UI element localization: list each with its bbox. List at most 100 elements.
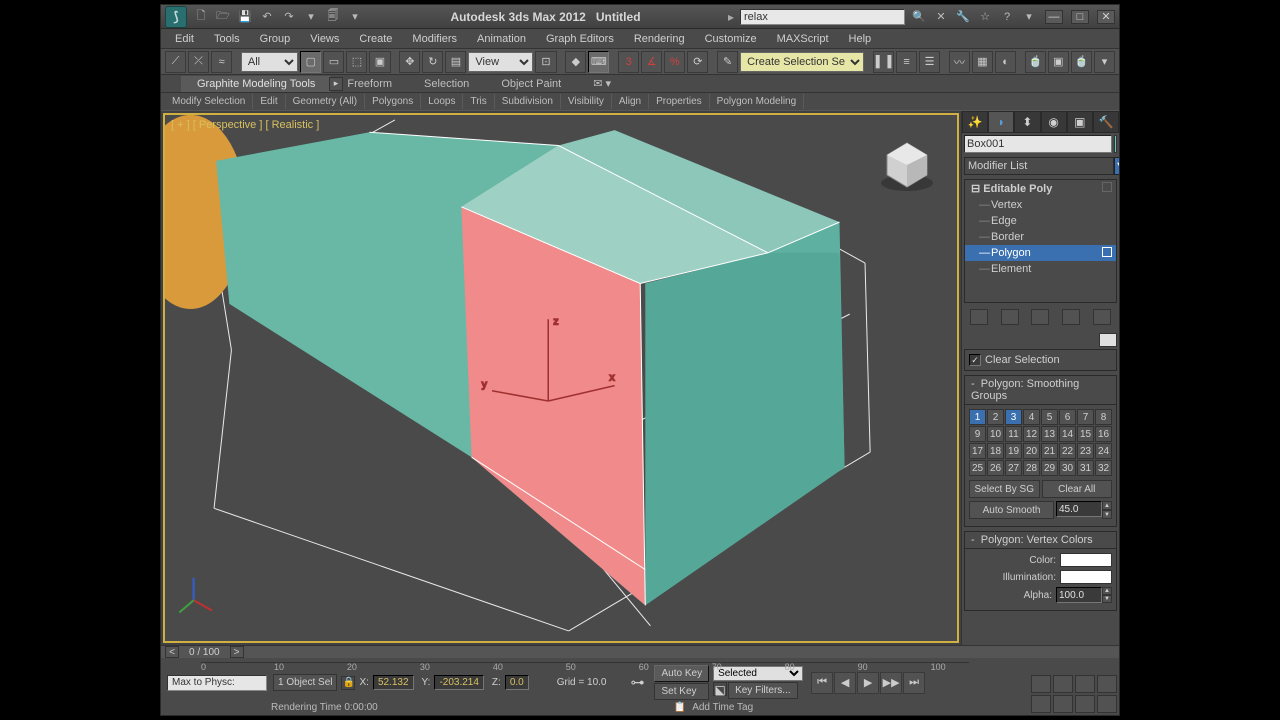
select-link-icon[interactable]: ⟋ xyxy=(165,51,186,73)
rotate-icon[interactable]: ↻ xyxy=(422,51,443,73)
configure-sets-icon[interactable] xyxy=(1093,309,1111,325)
render-frame-icon[interactable]: ▣ xyxy=(1048,51,1069,73)
save-icon[interactable]: 💾 xyxy=(237,10,253,24)
ref-coord-system[interactable]: View xyxy=(468,52,533,72)
spinner-snap-icon[interactable]: ⟳ xyxy=(687,51,708,73)
selection-filter[interactable]: All xyxy=(241,52,298,72)
sg-button-5[interactable]: 5 xyxy=(1041,409,1058,425)
ribbon-toggle-icon[interactable]: ▸ xyxy=(329,77,343,91)
remove-modifier-icon[interactable] xyxy=(1062,309,1080,325)
mirror-icon[interactable]: ▌▐ xyxy=(873,51,894,73)
ribbon-sub-align[interactable]: Align xyxy=(612,94,649,109)
close-button[interactable]: ✕ xyxy=(1097,10,1115,24)
coord-x-field[interactable]: 52.132 xyxy=(373,675,414,690)
ribbon-sub-polymodeling[interactable]: Polygon Modeling xyxy=(710,94,805,109)
align-icon[interactable]: ≡ xyxy=(896,51,917,73)
sg-button-11[interactable]: 11 xyxy=(1005,426,1022,442)
modify-tab-icon[interactable]: ◗ xyxy=(988,111,1014,133)
make-unique-icon[interactable] xyxy=(1031,309,1049,325)
sg-button-3[interactable]: 3 xyxy=(1005,409,1022,425)
ribbon-sub-visibility[interactable]: Visibility xyxy=(561,94,612,109)
angle-snap-icon[interactable]: ∡ xyxy=(641,51,662,73)
stack-border[interactable]: —Border xyxy=(965,229,1116,245)
sg-button-23[interactable]: 23 xyxy=(1077,443,1094,459)
ribbon-tab-mail-icon[interactable]: ✉ ▾ xyxy=(577,75,627,92)
rollout-smoothing-groups[interactable]: - Polygon: Smoothing Groups xyxy=(964,375,1117,405)
sg-button-25[interactable]: 25 xyxy=(969,460,986,476)
ribbon-sub-loops[interactable]: Loops xyxy=(421,94,463,109)
sg-button-4[interactable]: 4 xyxy=(1023,409,1040,425)
curve-editor-icon[interactable]: 〰 xyxy=(949,51,970,73)
select-region-icon[interactable]: ⬚ xyxy=(346,51,367,73)
key-icon[interactable]: ⊶ xyxy=(630,674,650,691)
autokey-button[interactable]: Auto Key xyxy=(654,665,709,682)
menu-modifiers[interactable]: Modifiers xyxy=(402,31,467,47)
new-icon[interactable]: 🗋 xyxy=(193,10,209,24)
select-manip-icon[interactable]: ◆ xyxy=(565,51,586,73)
sg-button-9[interactable]: 9 xyxy=(969,426,986,442)
next-frame-icon[interactable]: ▶▶ xyxy=(880,672,902,694)
star-icon[interactable]: ☆ xyxy=(977,10,993,24)
sg-button-21[interactable]: 21 xyxy=(1041,443,1058,459)
zoom-extents-icon[interactable] xyxy=(1075,675,1095,693)
sg-button-29[interactable]: 29 xyxy=(1041,460,1058,476)
coord-z-field[interactable]: 0.0 xyxy=(505,675,529,690)
undo-icon[interactable]: ↶ xyxy=(259,10,275,24)
pivot-icon[interactable]: ⊡ xyxy=(535,51,556,73)
menu-views[interactable]: Views xyxy=(300,31,349,47)
menu-help[interactable]: Help xyxy=(839,31,882,47)
snap-3-icon[interactable]: 3 xyxy=(618,51,639,73)
stack-element[interactable]: —Element xyxy=(965,261,1116,277)
selection-lock-icon[interactable]: 🔒 xyxy=(341,676,355,690)
vc-color-swatch[interactable] xyxy=(1060,553,1112,567)
sg-button-12[interactable]: 12 xyxy=(1023,426,1040,442)
named-selection-set[interactable]: Create Selection Se xyxy=(740,52,864,72)
edit-named-sel-icon[interactable]: ✎ xyxy=(717,51,738,73)
sg-button-1[interactable]: 1 xyxy=(969,409,986,425)
zoom-all-icon[interactable] xyxy=(1053,675,1073,693)
ribbon-sub-geometry[interactable]: Geometry (All) xyxy=(286,94,365,109)
ribbon-sub-subdivision[interactable]: Subdivision xyxy=(495,94,561,109)
auto-smooth-button[interactable]: Auto Smooth xyxy=(969,501,1054,519)
sg-button-16[interactable]: 16 xyxy=(1095,426,1112,442)
vc-alpha-spinner[interactable] xyxy=(1056,587,1102,603)
sg-button-28[interactable]: 28 xyxy=(1023,460,1040,476)
sg-button-20[interactable]: 20 xyxy=(1023,443,1040,459)
orbit-icon[interactable] xyxy=(1075,695,1095,713)
wrench-icon[interactable]: 🔧 xyxy=(955,10,971,24)
menu-maxscript[interactable]: MAXScript xyxy=(767,31,839,47)
menu-edit[interactable]: Edit xyxy=(165,31,204,47)
ribbon-sub-properties[interactable]: Properties xyxy=(649,94,710,109)
motion-tab-icon[interactable]: ◉ xyxy=(1041,111,1067,133)
coord-y-field[interactable]: -203.214 xyxy=(434,675,483,690)
sg-button-13[interactable]: 13 xyxy=(1041,426,1058,442)
select-name-icon[interactable]: ▭ xyxy=(323,51,344,73)
sg-button-31[interactable]: 31 xyxy=(1077,460,1094,476)
redo-icon[interactable]: ↷ xyxy=(281,10,297,24)
modifier-list-dropdown[interactable] xyxy=(964,157,1114,175)
menu-animation[interactable]: Animation xyxy=(467,31,536,47)
time-ruler[interactable]: 0102030405060708090100 xyxy=(201,658,969,663)
scale-icon[interactable]: ▤ xyxy=(445,51,466,73)
layers-icon[interactable]: ☰ xyxy=(919,51,940,73)
sg-button-17[interactable]: 17 xyxy=(969,443,986,459)
key-icon[interactable]: ✕ xyxy=(933,10,949,24)
percent-snap-icon[interactable]: % xyxy=(664,51,685,73)
rollout-swatch[interactable] xyxy=(1099,333,1117,347)
sg-button-18[interactable]: 18 xyxy=(987,443,1004,459)
menu-rendering[interactable]: Rendering xyxy=(624,31,695,47)
sg-button-24[interactable]: 24 xyxy=(1095,443,1112,459)
viewport-perspective[interactable]: [ + ] [ Perspective ] [ Realistic ] xyxy=(163,113,959,643)
maxscript-mini-listener-pink[interactable]: Max to Physc: xyxy=(167,675,267,691)
select-object-icon[interactable]: ▢ xyxy=(300,51,321,73)
binoculars-icon[interactable]: 🔍 xyxy=(911,10,927,24)
object-name-field[interactable] xyxy=(964,135,1112,153)
material-editor-icon[interactable]: ◐ xyxy=(995,51,1016,73)
sg-button-8[interactable]: 8 xyxy=(1095,409,1112,425)
menu-tools[interactable]: Tools xyxy=(204,31,250,47)
viewcube[interactable] xyxy=(877,135,937,195)
sg-button-32[interactable]: 32 xyxy=(1095,460,1112,476)
sg-button-22[interactable]: 22 xyxy=(1059,443,1076,459)
menu-create[interactable]: Create xyxy=(349,31,402,47)
clear-selection-checkbox[interactable]: ✓ xyxy=(969,354,981,366)
